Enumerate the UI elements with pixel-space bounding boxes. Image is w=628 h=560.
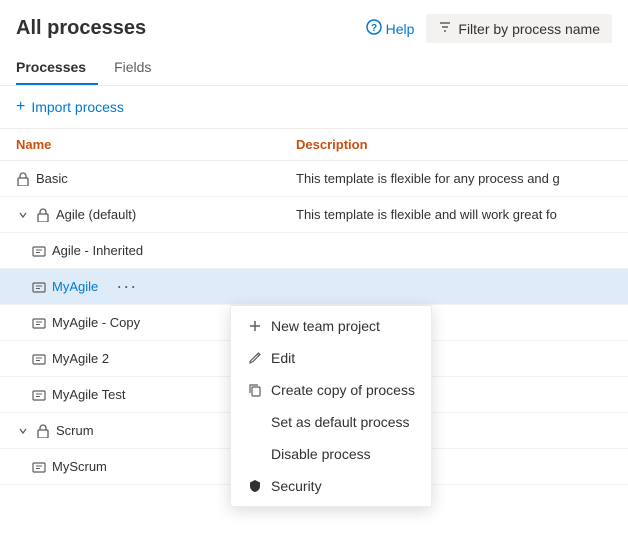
tabs: Processes Fields bbox=[0, 51, 628, 86]
tab-processes[interactable]: Processes bbox=[16, 51, 98, 85]
process-desc: This template is flexible for any proces… bbox=[296, 171, 612, 186]
menu-label: Create copy of process bbox=[271, 382, 415, 398]
chevron-down-icon bbox=[16, 424, 30, 438]
process-name-link[interactable]: MyAgile bbox=[52, 279, 98, 294]
filter-button[interactable]: Filter by process name bbox=[426, 14, 612, 43]
filter-label: Filter by process name bbox=[458, 21, 600, 37]
copy-icon bbox=[247, 382, 263, 398]
lock-icon bbox=[36, 424, 50, 438]
context-menu: New team project Edit bbox=[230, 305, 432, 507]
page-container: All processes ? Help bbox=[0, 0, 628, 485]
process-name: MyAgile Test bbox=[52, 387, 125, 402]
process-name: MyScrum bbox=[52, 459, 107, 474]
process-icon bbox=[32, 244, 46, 258]
filter-icon bbox=[438, 20, 452, 37]
process-name: MyAgile - Copy bbox=[52, 315, 140, 330]
menu-label: Disable process bbox=[271, 446, 371, 462]
process-name-col: MyAgile ··· bbox=[32, 276, 312, 297]
process-icon bbox=[32, 388, 46, 402]
process-name: Scrum bbox=[56, 423, 94, 438]
ellipsis-button[interactable]: ··· bbox=[112, 276, 141, 297]
process-name: Agile - Inherited bbox=[52, 243, 143, 258]
svg-text:?: ? bbox=[371, 23, 377, 34]
toolbar: + Import process bbox=[0, 86, 628, 129]
col-desc-header: Description bbox=[296, 137, 612, 152]
tab-fields[interactable]: Fields bbox=[114, 51, 163, 85]
process-name: MyAgile 2 bbox=[52, 351, 109, 366]
process-icon bbox=[32, 280, 46, 294]
chevron-down-icon bbox=[16, 208, 30, 222]
shield-icon bbox=[247, 478, 263, 494]
plus-icon: + bbox=[16, 98, 25, 116]
process-icon bbox=[32, 460, 46, 474]
table-row[interactable]: Agile - Inherited bbox=[0, 233, 628, 269]
menu-label: Set as default process bbox=[271, 414, 410, 430]
process-icon bbox=[32, 352, 46, 366]
col-name-header: Name bbox=[16, 137, 296, 152]
process-name: Basic bbox=[36, 171, 68, 186]
process-name-col: Agile (default) bbox=[16, 207, 296, 222]
process-icon bbox=[32, 316, 46, 330]
table-row[interactable]: Agile (default) This template is flexibl… bbox=[0, 197, 628, 233]
menu-item-new-team-project[interactable]: New team project bbox=[231, 310, 431, 342]
lock-icon bbox=[16, 172, 30, 186]
menu-item-security[interactable]: Security bbox=[231, 470, 431, 502]
menu-label: New team project bbox=[271, 318, 380, 334]
help-link[interactable]: ? Help bbox=[366, 19, 415, 38]
process-name: Agile (default) bbox=[56, 207, 136, 222]
menu-item-create-copy[interactable]: Create copy of process bbox=[231, 374, 431, 406]
pencil-icon bbox=[247, 350, 263, 366]
process-desc: This template is flexible and will work … bbox=[296, 207, 612, 222]
help-label: Help bbox=[386, 21, 415, 37]
menu-item-edit[interactable]: Edit bbox=[231, 342, 431, 374]
menu-item-set-default[interactable]: Set as default process bbox=[231, 406, 431, 438]
menu-item-disable[interactable]: Disable process bbox=[231, 438, 431, 470]
page-title: All processes bbox=[16, 17, 146, 40]
process-name-col: Basic bbox=[16, 171, 296, 186]
process-name-col: Agile - Inherited bbox=[32, 243, 312, 258]
table-row[interactable]: MyAgile ··· New team project bbox=[0, 269, 628, 305]
header: All processes ? Help bbox=[0, 0, 628, 51]
import-process-button[interactable]: + Import process bbox=[16, 94, 124, 120]
header-right: ? Help Filter by process name bbox=[366, 14, 612, 43]
plus-icon bbox=[247, 318, 263, 334]
menu-label: Security bbox=[271, 478, 322, 494]
lock-icon bbox=[36, 208, 50, 222]
menu-label: Edit bbox=[271, 350, 295, 366]
help-circle-icon: ? bbox=[366, 19, 382, 38]
table-row[interactable]: Basic This template is flexible for any … bbox=[0, 161, 628, 197]
table-header: Name Description bbox=[0, 129, 628, 161]
table-body: Basic This template is flexible for any … bbox=[0, 161, 628, 485]
